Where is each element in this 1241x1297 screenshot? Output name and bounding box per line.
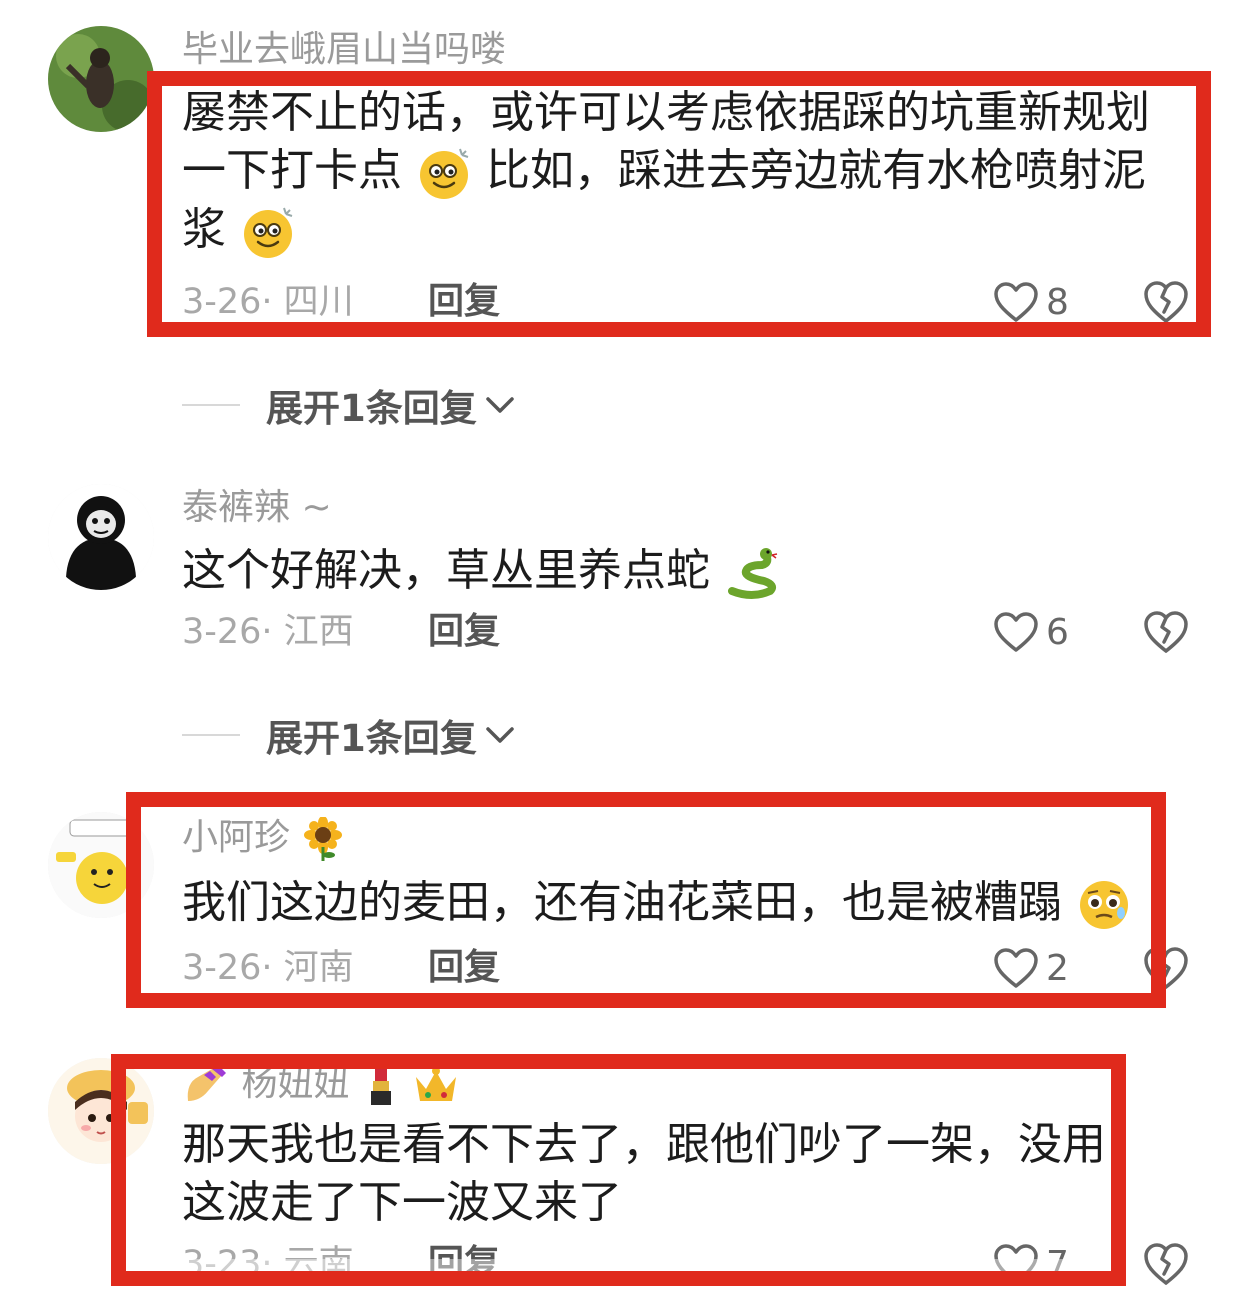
avatar[interactable] — [48, 1058, 154, 1164]
comment-date-region: 3-26· 四川 — [182, 282, 354, 322]
dislike-button[interactable] — [1142, 279, 1190, 325]
sunflower-emoji — [304, 817, 343, 861]
chevron-down-icon — [483, 394, 517, 416]
expand-replies-button[interactable]: 展开1条回复 — [182, 383, 517, 430]
dizzy-smile-emoji — [240, 204, 296, 260]
comment-text-line: 浆 — [182, 201, 1150, 260]
snake-emoji — [728, 548, 778, 599]
dizzy-smile-emoji — [416, 145, 472, 201]
comment-text: 那天我也是看不下去了，跟他们吵了一架，没用， 这波走了下一波又来了 — [182, 1116, 1150, 1232]
heart-outline-icon — [992, 280, 1040, 324]
dislike-button[interactable] — [1142, 609, 1190, 655]
like-button[interactable]: 8 — [992, 280, 1082, 324]
broken-heart-icon — [1142, 279, 1190, 325]
broken-heart-icon — [1142, 1241, 1190, 1287]
comment-date-region: 3-26· 河南 — [182, 948, 354, 988]
like-count: 6 — [1046, 611, 1069, 653]
comment-text-line: 这波走了下一波又来了 — [182, 1177, 622, 1228]
like-button[interactable]: 2 — [992, 946, 1082, 990]
comment-username[interactable]: 泰裤辣 ~ — [182, 486, 332, 530]
comment-username[interactable]: 毕业去峨眉山当吗喽 — [182, 28, 506, 72]
like-button[interactable]: 6 — [992, 610, 1082, 654]
chevron-down-icon — [483, 724, 517, 746]
comment-date-region: 3-23· 云南 — [182, 1244, 354, 1284]
like-count: 7 — [1046, 1243, 1069, 1285]
crown-emoji — [416, 1067, 457, 1101]
comment-username[interactable]: 杨妞妞 — [182, 1062, 460, 1107]
dislike-button[interactable] — [1142, 1241, 1190, 1287]
divider-line — [182, 404, 240, 406]
comment-date-region: 3-26· 江西 — [182, 612, 354, 652]
reply-button[interactable]: 回复 — [428, 610, 500, 654]
comment-text-line: 我们这边的麦田，还有油花菜田，也是被糟蹋 — [182, 874, 1132, 933]
lipstick-emoji — [370, 1067, 391, 1105]
broken-heart-icon — [1142, 945, 1190, 991]
like-count: 8 — [1046, 281, 1069, 323]
comment-text-line: 这个好解决，草丛里养点蛇 — [182, 542, 780, 601]
nail-polish-emoji — [187, 1065, 226, 1101]
pleading-emoji — [1080, 881, 1128, 929]
comment-text-line: 一下打卡点 比如，踩进去旁边就有水枪喷射泥 — [182, 142, 1150, 201]
divider-line — [182, 734, 240, 736]
like-button[interactable]: 7 — [992, 1242, 1082, 1286]
heart-outline-icon — [992, 946, 1040, 990]
expand-replies-label: 展开1条回复 — [266, 387, 477, 430]
avatar[interactable] — [48, 484, 154, 590]
comment-text-line: 那天我也是看不下去了，跟他们吵了一架，没用， — [182, 1119, 1150, 1170]
avatar[interactable] — [48, 26, 154, 132]
comment-text: 屡禁不止的话，或许可以考虑依据踩的坑重新规划 一下打卡点 比如，踩进去旁边就有水… — [182, 84, 1150, 260]
comment-text: 这个好解决，草丛里养点蛇 — [182, 542, 780, 601]
avatar[interactable] — [48, 812, 154, 918]
expand-replies-label: 展开1条回复 — [266, 717, 477, 760]
reply-button[interactable]: 回复 — [428, 1242, 500, 1286]
like-count: 2 — [1046, 947, 1069, 989]
dislike-button[interactable] — [1142, 945, 1190, 991]
comment-text: 我们这边的麦田，还有油花菜田，也是被糟蹋 — [182, 874, 1132, 933]
reply-button[interactable]: 回复 — [428, 946, 500, 990]
broken-heart-icon — [1142, 609, 1190, 655]
reply-button[interactable]: 回复 — [428, 280, 500, 324]
expand-replies-button[interactable]: 展开1条回复 — [182, 713, 517, 760]
comment-text-line: 屡禁不止的话，或许可以考虑依据踩的坑重新规划 — [182, 87, 1150, 138]
heart-outline-icon — [992, 1242, 1040, 1286]
heart-outline-icon — [992, 610, 1040, 654]
comment-username[interactable]: 小阿珍 — [182, 816, 345, 861]
